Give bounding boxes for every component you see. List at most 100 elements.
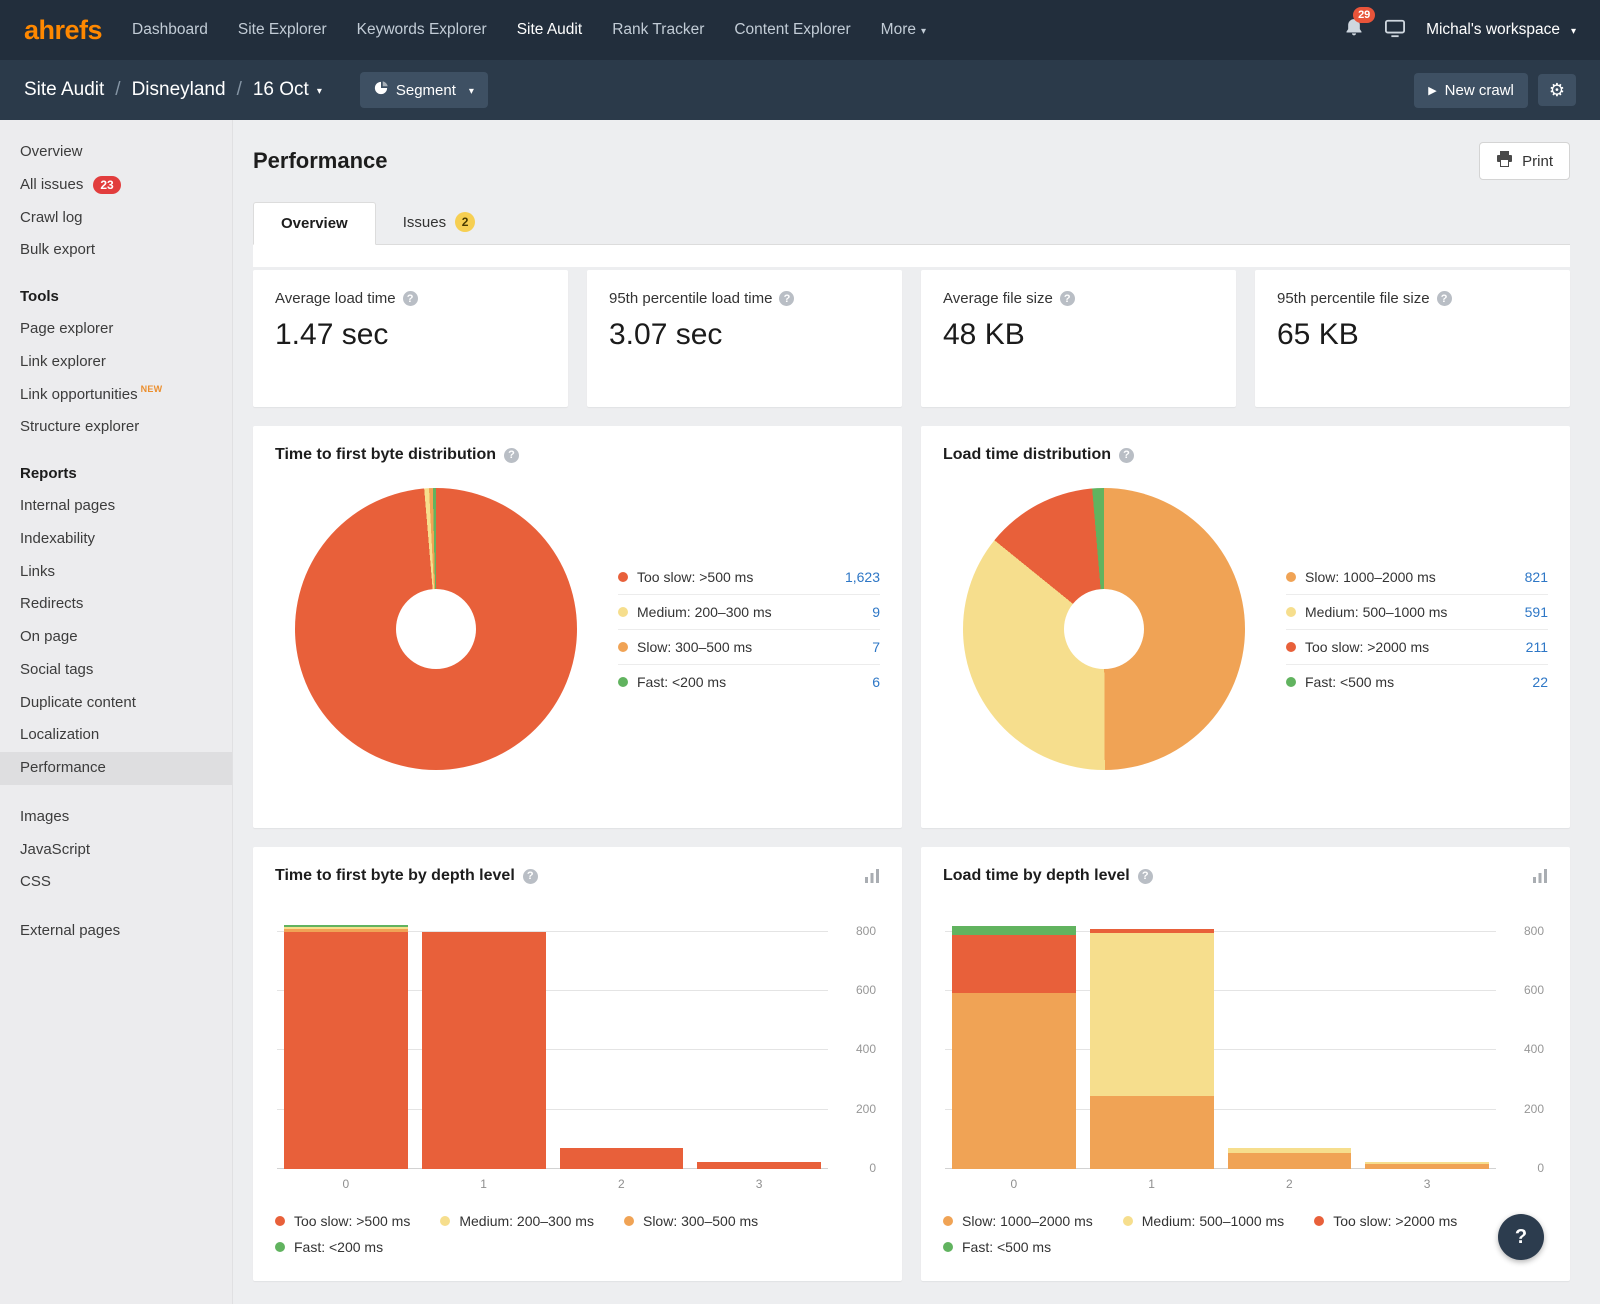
help-icon[interactable]: ? (1437, 291, 1452, 306)
legend-item[interactable]: Medium: 500–1000 ms (1123, 1213, 1284, 1229)
stat-value: 3.07 sec (609, 318, 880, 352)
sidebar-item-link-opportunities[interactable]: Link opportunities NEW (0, 379, 232, 412)
sidebar: Overview All issues 23 Crawl log Bulk ex… (0, 120, 233, 1304)
sidebar-item-javascript[interactable]: JavaScript (0, 834, 232, 867)
legend-item[interactable]: Medium: 200–300 ms (440, 1213, 594, 1229)
legend-row[interactable]: Medium: 200–300 ms 9 (618, 595, 880, 630)
new-tag: NEW (141, 384, 163, 395)
legend-row[interactable]: Slow: 300–500 ms 7 (618, 630, 880, 665)
help-icon[interactable]: ? (1119, 448, 1134, 463)
legend-row[interactable]: Medium: 500–1000 ms 591 (1286, 595, 1548, 630)
segment-dropdown-button[interactable]: Segment ▾ (360, 72, 488, 108)
sidebar-item-overview[interactable]: Overview (0, 136, 232, 169)
legend-value-link[interactable]: 22 (1532, 674, 1548, 690)
nav-content-explorer[interactable]: Content Explorer (734, 21, 850, 39)
sidebar-item-page-explorer[interactable]: Page explorer (0, 313, 232, 346)
legend-row[interactable]: Too slow: >500 ms 1,623 (618, 560, 880, 595)
legend-item[interactable]: Slow: 300–500 ms (624, 1213, 758, 1229)
chart-title: Time to first byte distribution (275, 446, 496, 464)
legend-item[interactable]: Fast: <500 ms (943, 1239, 1051, 1255)
nav-more[interactable]: More▾ (881, 21, 926, 39)
chart-type-icon[interactable] (1532, 869, 1548, 883)
help-icon[interactable]: ? (779, 291, 794, 306)
chart-title: Time to first byte by depth level (275, 867, 515, 885)
donut-chart[interactable] (963, 488, 1245, 770)
sidebar-item-css[interactable]: CSS (0, 866, 232, 899)
sidebar-item-on-page[interactable]: On page (0, 621, 232, 654)
legend-label: Fast: <200 ms (294, 1239, 383, 1255)
nav-site-explorer[interactable]: Site Explorer (238, 21, 327, 39)
help-icon[interactable]: ? (1060, 291, 1075, 306)
page-header: Performance Print (253, 142, 1570, 180)
help-icon[interactable]: ? (403, 291, 418, 306)
legend-item[interactable]: Fast: <200 ms (275, 1239, 383, 1255)
sidebar-item-all-issues[interactable]: All issues 23 (0, 169, 232, 202)
sidebar-item-social-tags[interactable]: Social tags (0, 654, 232, 687)
help-fab-button[interactable]: ? (1498, 1214, 1544, 1260)
sidebar-item-link-explorer[interactable]: Link explorer (0, 346, 232, 379)
donut-hole (1064, 589, 1144, 669)
legend-value-link[interactable]: 821 (1525, 569, 1548, 585)
legend-row[interactable]: Slow: 1000–2000 ms 821 (1286, 560, 1548, 595)
sidebar-item-indexability[interactable]: Indexability (0, 523, 232, 556)
all-issues-count-badge: 23 (93, 176, 120, 194)
legend-item[interactable]: Slow: 1000–2000 ms (943, 1213, 1093, 1229)
legend-label: Too slow: >500 ms (637, 569, 845, 585)
legend-label: Slow: 300–500 ms (643, 1213, 758, 1229)
sidebar-item-internal-pages[interactable]: Internal pages (0, 490, 232, 523)
breadcrumb-site-audit[interactable]: Site Audit (24, 79, 104, 101)
notifications-button[interactable]: 29 (1344, 17, 1364, 43)
legend-value-link[interactable]: 7 (872, 639, 880, 655)
stat-label: Average load time (275, 290, 396, 307)
legend-item[interactable]: Too slow: >2000 ms (1314, 1213, 1457, 1229)
chart-type-icon[interactable] (864, 869, 880, 883)
stat-label: Average file size (943, 290, 1053, 307)
new-crawl-label: New crawl (1445, 82, 1514, 99)
legend-row[interactable]: Too slow: >2000 ms 211 (1286, 630, 1548, 665)
sidebar-item-structure-explorer[interactable]: Structure explorer (0, 411, 232, 444)
breadcrumb-project[interactable]: Disneyland (132, 79, 226, 101)
legend-value-link[interactable]: 9 (872, 604, 880, 620)
help-icon[interactable]: ? (504, 448, 519, 463)
stat-card-95th-file-size: 95th percentile file size ? 65 KB (1255, 270, 1570, 407)
monitor-button[interactable] (1384, 18, 1406, 43)
help-icon[interactable]: ? (1138, 869, 1153, 884)
sidebar-item-performance[interactable]: Performance (0, 752, 232, 785)
tab-overview[interactable]: Overview (253, 202, 376, 245)
legend-value-link[interactable]: 211 (1526, 639, 1548, 655)
new-crawl-button[interactable]: ▶ New crawl (1414, 73, 1528, 108)
legend-value-link[interactable]: 6 (872, 674, 880, 690)
legend-row[interactable]: Fast: <500 ms 22 (1286, 665, 1548, 699)
bar-chart-legend: Too slow: >500 ms Medium: 200–300 ms Slo… (275, 1213, 880, 1255)
sidebar-item-images[interactable]: Images (0, 801, 232, 834)
tab-issues[interactable]: Issues 2 (376, 200, 502, 244)
sidebar-item-localization[interactable]: Localization (0, 719, 232, 752)
nav-keywords-explorer[interactable]: Keywords Explorer (357, 21, 487, 39)
sidebar-heading-reports: Reports (0, 444, 232, 490)
nav-rank-tracker[interactable]: Rank Tracker (612, 21, 704, 39)
help-icon[interactable]: ? (523, 869, 538, 884)
donut-chart[interactable] (295, 488, 577, 770)
legend-row[interactable]: Fast: <200 ms 6 (618, 665, 880, 699)
sidebar-item-links[interactable]: Links (0, 556, 232, 589)
nav-dashboard[interactable]: Dashboard (132, 21, 208, 39)
sidebar-item-crawl-log[interactable]: Crawl log (0, 202, 232, 235)
legend-value-link[interactable]: 1,623 (845, 569, 880, 585)
x-axis-label: 3 (1365, 1177, 1489, 1191)
sidebar-item-external-pages[interactable]: External pages (0, 915, 232, 948)
ahrefs-logo[interactable]: ahrefs (24, 15, 102, 46)
legend-value-link[interactable]: 591 (1525, 604, 1548, 620)
crawl-date-dropdown[interactable]: 16 Oct ▾ (253, 79, 322, 101)
y-axis-tick-label: 400 (836, 1042, 876, 1056)
sidebar-item-redirects[interactable]: Redirects (0, 588, 232, 621)
workspace-switcher[interactable]: Michal's workspace ▾ (1426, 21, 1576, 39)
nav-site-audit[interactable]: Site Audit (517, 21, 583, 39)
sidebar-item-duplicate-content[interactable]: Duplicate content (0, 687, 232, 720)
legend-dot (275, 1242, 285, 1252)
print-button[interactable]: Print (1479, 142, 1570, 180)
legend-item[interactable]: Too slow: >500 ms (275, 1213, 410, 1229)
settings-button[interactable]: ⚙ (1538, 74, 1576, 106)
sidebar-item-bulk-export[interactable]: Bulk export (0, 234, 232, 267)
workspace-label: Michal's workspace (1426, 21, 1560, 39)
legend-dot (440, 1216, 450, 1226)
